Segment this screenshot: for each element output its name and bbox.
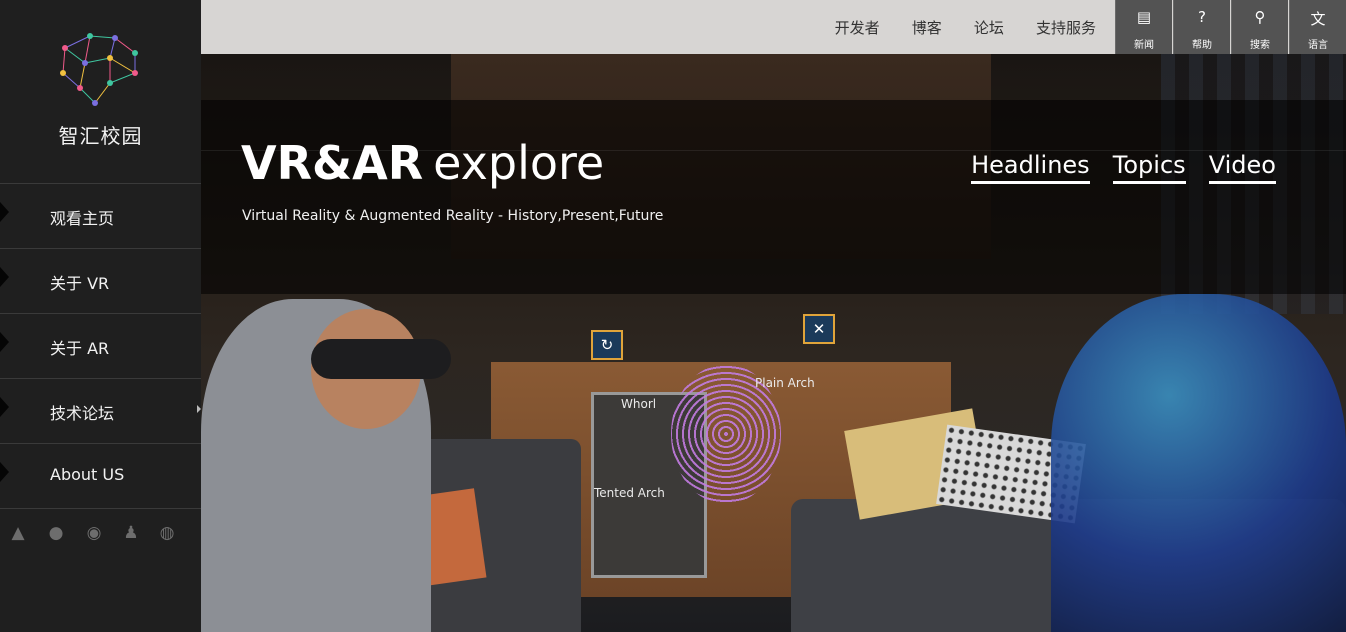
hero-nav-headlines[interactable]: Headlines [971, 151, 1090, 184]
sidebar: 智汇校园 观看主页 关于 VR 关于 AR 技术论坛 About US ▲ ● … [0, 0, 201, 632]
sidebar-item-label: 关于 VR [50, 274, 110, 293]
github-icon[interactable]: ◍ [156, 522, 178, 544]
logo[interactable]: 智汇校园 [0, 0, 201, 183]
hero-tagline: Virtual Reality & Augmented Reality - Hi… [242, 208, 664, 224]
hero-image: Whorl Plain Arch Tented Arch ↻ ✕ [201, 294, 1346, 632]
hero-nav: Headlines Topics Video [953, 151, 1276, 184]
triangle-marker-icon [0, 202, 9, 222]
sidebar-item-about-ar[interactable]: 关于 AR [0, 313, 201, 378]
news-button[interactable]: ▤ 新闻 [1115, 0, 1172, 54]
tile-label: 帮助 [1192, 40, 1212, 51]
wechat-icon[interactable]: ● [45, 522, 67, 544]
top-link-developers[interactable]: 开发者 [835, 19, 880, 37]
scene-label-whorl: Whorl [621, 397, 657, 411]
social-links: ▲ ● ◉ ♟ ◍ [0, 522, 201, 552]
top-link-blog[interactable]: 博客 [912, 19, 942, 37]
search-icon: ⚲ [1254, 8, 1266, 26]
tile-label: 新闻 [1134, 40, 1154, 51]
hologram-person [1051, 294, 1346, 632]
language-button[interactable]: 文 语言 [1289, 0, 1346, 54]
help-icon: ? [1198, 8, 1206, 26]
hero-title-light: explore [433, 136, 605, 190]
top-link-forum[interactable]: 论坛 [974, 19, 1004, 37]
scene-label-plain-arch: Plain Arch [755, 376, 815, 390]
tile-label: 语言 [1308, 40, 1328, 51]
triangle-marker-icon [0, 332, 9, 352]
search-button[interactable]: ⚲ 搜索 [1231, 0, 1288, 54]
android-icon[interactable]: ▲ [7, 522, 29, 544]
close-icon: ✕ [803, 314, 835, 344]
help-button[interactable]: ? 帮助 [1173, 0, 1230, 54]
sidebar-item-label: 观看主页 [50, 209, 115, 228]
triangle-marker-icon [0, 267, 9, 287]
qq-icon[interactable]: ♟ [120, 522, 142, 544]
triangle-marker-icon [0, 462, 9, 482]
news-icon: ▤ [1136, 8, 1152, 26]
sidebar-item-home[interactable]: 观看主页 [0, 183, 201, 248]
top-links: 开发者 博客 论坛 支持服务 [808, 17, 1096, 38]
title-band [201, 100, 1346, 294]
scene-label-tented-arch: Tented Arch [594, 486, 665, 500]
sidebar-item-label: 关于 AR [50, 339, 110, 358]
sidebar-item-about-us[interactable]: About US [0, 443, 201, 509]
sidebar-item-label: 技术论坛 [50, 404, 115, 423]
logo-text: 智汇校园 [58, 124, 143, 148]
tile-label: 搜索 [1250, 40, 1270, 51]
sidebar-item-label: About US [50, 465, 125, 484]
top-link-support[interactable]: 支持服务 [1036, 19, 1096, 37]
headset [311, 339, 451, 379]
weibo-icon[interactable]: ◉ [83, 522, 105, 544]
sidebar-nav: 观看主页 关于 VR 关于 AR 技术论坛 About US [0, 183, 201, 509]
hero-banner: Whorl Plain Arch Tented Arch ↻ ✕ VR&AR ex… [201, 54, 1346, 632]
sidebar-item-forum[interactable]: 技术论坛 [0, 378, 201, 443]
hero-nav-video[interactable]: Video [1208, 151, 1276, 184]
hero-nav-topics[interactable]: Topics [1112, 151, 1186, 184]
top-bar: 开发者 博客 论坛 支持服务 ▤ 新闻 ? 帮助 ⚲ 搜索 文 语言 [201, 0, 1346, 54]
triangle-marker-icon [0, 397, 9, 417]
refresh-icon: ↻ [591, 330, 623, 360]
brain-logo-icon [60, 33, 138, 106]
sidebar-item-about-vr[interactable]: 关于 VR [0, 248, 201, 313]
top-tiles: ▤ 新闻 ? 帮助 ⚲ 搜索 文 语言 [1115, 0, 1346, 54]
hero-title: VR&AR explore [241, 136, 604, 190]
language-icon: 文 [1310, 10, 1326, 28]
hero-title-bold: VR&AR [241, 136, 424, 190]
